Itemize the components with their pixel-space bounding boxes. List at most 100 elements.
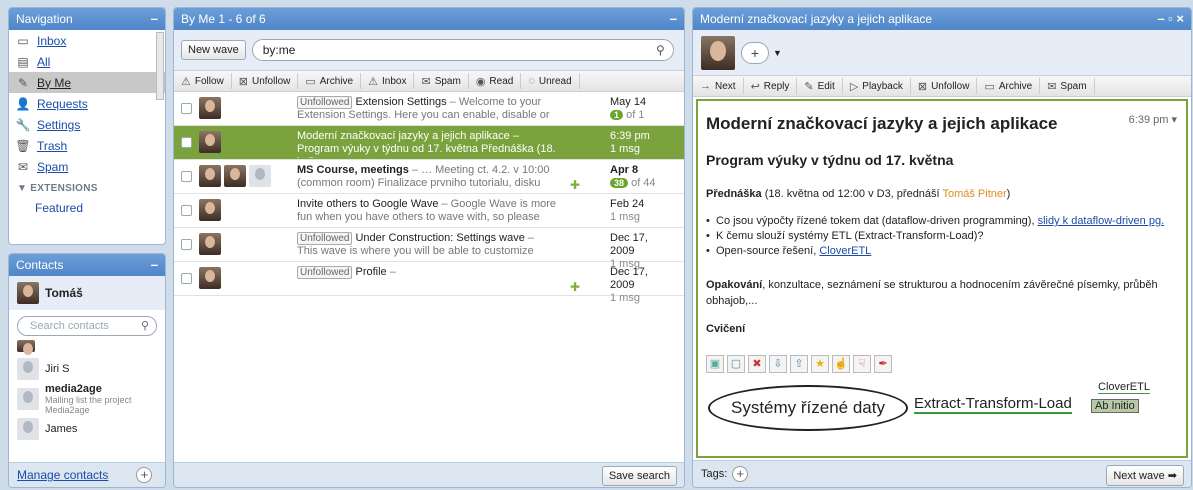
pen-icon[interactable]: ✒ (874, 355, 892, 373)
wave-checkbox[interactable] (181, 171, 192, 182)
wave-row[interactable]: Invite others to Google Wave – Google Wa… (174, 194, 684, 228)
manage-contacts-link[interactable]: Manage contacts (17, 468, 108, 482)
minimize-icon[interactable]: – (151, 8, 158, 30)
wave-checkbox[interactable] (181, 103, 192, 114)
unfollowed-tag: Unfollowed (297, 96, 353, 109)
toolbar-label: Spam (1060, 80, 1087, 92)
add-contact-button[interactable]: + (136, 467, 153, 483)
wave-date: 6:39 pm (610, 130, 650, 142)
wave-checkbox[interactable] (181, 205, 192, 216)
chevron-down-icon[interactable]: ▼ (773, 48, 782, 58)
avatar (17, 340, 35, 355)
wave-checkbox[interactable] (181, 239, 192, 250)
arrow-down-icon[interactable]: ⇩ (769, 355, 787, 373)
wave-row[interactable]: MS Course, meetings – … Meeting ct. 4.2.… (174, 160, 684, 194)
wave-checkbox[interactable] (181, 273, 192, 284)
unfollow-icon: ⊠ (917, 80, 928, 93)
sidebar-item-spam[interactable]: ✉ Spam (9, 156, 165, 177)
toolbar-unread-button[interactable]: ◌ Unread (521, 73, 580, 89)
sidebar-item-by-me[interactable]: ✎ By Me (9, 72, 165, 93)
archive-icon: ▭ (305, 75, 316, 88)
add-participant-button[interactable]: + (741, 41, 769, 64)
my-contact[interactable]: Tomáš (9, 276, 165, 310)
mind-leaf-node[interactable]: CloverETL (1098, 381, 1150, 394)
wave-row[interactable]: Unfollowed Under Construction: Settings w… (174, 228, 684, 270)
sidebar-item-label: Trash (37, 138, 68, 153)
toolbar-unfollow-button[interactable]: ⊠ Unfollow (232, 73, 299, 89)
toolbar-archive-button[interactable]: ▭ Archive (977, 78, 1041, 94)
wave-search-input[interactable]: by:me ⚲ (251, 39, 674, 61)
toolbar-follow-button[interactable]: ⚠ Follow (174, 73, 232, 89)
avatar (199, 131, 221, 153)
toolbar-archive-button[interactable]: ▭ Archive (298, 73, 362, 89)
extensions-heading[interactable]: ▼ EXTENSIONS (9, 177, 165, 194)
avatar (224, 165, 246, 187)
next-wave-button[interactable]: Next wave ➡ (1106, 465, 1184, 486)
new-wave-button[interactable]: New wave (181, 40, 246, 60)
mind-leaf-node[interactable]: Ab Initio (1091, 399, 1139, 413)
thumbs-up-icon[interactable]: ☝ (832, 355, 850, 373)
bullet3-text: Open-source řešení, (716, 245, 820, 257)
toolbar-reply-button[interactable]: ↩ Reply (744, 78, 798, 94)
save-search-button[interactable]: Save search (601, 466, 677, 486)
sidebar-item-label: By Me (37, 75, 72, 90)
toolbar-edit-button[interactable]: ✎ Edit (797, 78, 843, 94)
wave-list-title: By Me 1 - 6 of 6 (181, 12, 266, 26)
contact-name: media2age (45, 383, 102, 395)
mind-root-node[interactable]: Systémy řízené daty (708, 385, 908, 431)
add-tag-button[interactable]: + (732, 466, 749, 482)
toolbar-label: Read (489, 75, 514, 87)
toolbar-spam-button[interactable]: ✉ Spam (1040, 78, 1095, 94)
wave-checkbox[interactable] (181, 137, 192, 148)
image-icon[interactable]: ▣ (706, 355, 724, 373)
toolbar-next-button[interactable]: → Next (693, 78, 744, 94)
minimize-icon[interactable]: – (670, 8, 677, 30)
sidebar-item-requests[interactable]: 👤 Requests (9, 93, 165, 114)
sidebar-item-settings[interactable]: 🔧 Settings (9, 114, 165, 135)
contacts-search-input[interactable]: Search contacts ⚲ (17, 316, 157, 336)
mind-child-node[interactable]: Extract-Transform-Load (914, 395, 1072, 414)
arrow-up-icon[interactable]: ⇧ (790, 355, 808, 373)
wave-view-title: Moderní značkovací jazyky a jejich aplik… (700, 12, 933, 26)
slides-link[interactable]: slidy k dataflow-driven pg. (1038, 215, 1165, 227)
sidebar-item-label: Inbox (37, 33, 67, 48)
wave-row[interactable]: Moderní značkovací jazyky a jejich aplik… (174, 126, 684, 160)
msg-count: 1 msg (610, 211, 640, 223)
star-icon[interactable]: ★ (811, 355, 829, 373)
wave-avatars (199, 160, 297, 193)
search-icon: ⚲ (140, 320, 149, 332)
wave-date-block: Dec 17, 2009 1 msg (610, 266, 672, 305)
minimize-icon[interactable]: – (151, 254, 158, 276)
wave-avatars (199, 228, 297, 261)
toolbar-spam-button[interactable]: ✉ Spam (414, 73, 469, 89)
window-controls[interactable]: – ▫ × (1157, 8, 1184, 30)
wave-date-block: Feb 24 1 msg (610, 198, 672, 224)
puzzle-icon: ✚ (570, 280, 581, 294)
thumbs-down-icon[interactable]: ☟ (853, 355, 871, 373)
wave-row[interactable]: Unfollowed Profile – Dec 17, 2009 1 msg ✚ (174, 262, 684, 304)
toolbar-read-button[interactable]: ◉ Read (469, 73, 522, 89)
toolbar-unfollow-button[interactable]: ⊠ Unfollow (911, 78, 978, 94)
contact-item[interactable]: Jiri S (9, 354, 165, 384)
contact-item[interactable]: media2age Mailing list the project Media2… (9, 383, 165, 415)
delete-icon[interactable]: ✖ (748, 355, 766, 373)
wave-date: Apr 8 (610, 164, 639, 176)
mind-map[interactable]: Systémy řízené daty Extract-Transform-Lo… (706, 377, 1178, 437)
blip[interactable]: 6:39 pm ▾ Moderní značkovací jazyky a je… (696, 99, 1188, 458)
toolbar-playback-button[interactable]: ▷ Playback (843, 78, 911, 94)
spam-icon: ✉ (17, 159, 29, 174)
sidebar-item-trash[interactable]: 🗑 Trash (9, 135, 165, 156)
extension-featured[interactable]: Featured (9, 194, 165, 215)
sidebar-item-inbox[interactable]: ▭ Inbox (9, 30, 165, 51)
nav-scrollbar[interactable] (156, 32, 164, 100)
wave-row[interactable]: Unfollowed Extension Settings – Welcome t… (174, 92, 684, 126)
frame-icon[interactable]: ▢ (727, 355, 745, 373)
contact-item[interactable]: James (9, 414, 165, 444)
review-text: , konzultace, seznámení se strukturou a … (706, 279, 1158, 307)
blip-time[interactable]: 6:39 pm ▾ (1129, 113, 1177, 126)
wave-text: Unfollowed Profile – (297, 262, 557, 294)
sidebar-item-all[interactable]: ▤ All (9, 51, 165, 72)
cloveretl-link[interactable]: CloverETL (819, 245, 871, 257)
participant-avatar[interactable] (701, 35, 735, 70)
toolbar-inbox-button[interactable]: ⚠ Inbox (361, 73, 415, 89)
